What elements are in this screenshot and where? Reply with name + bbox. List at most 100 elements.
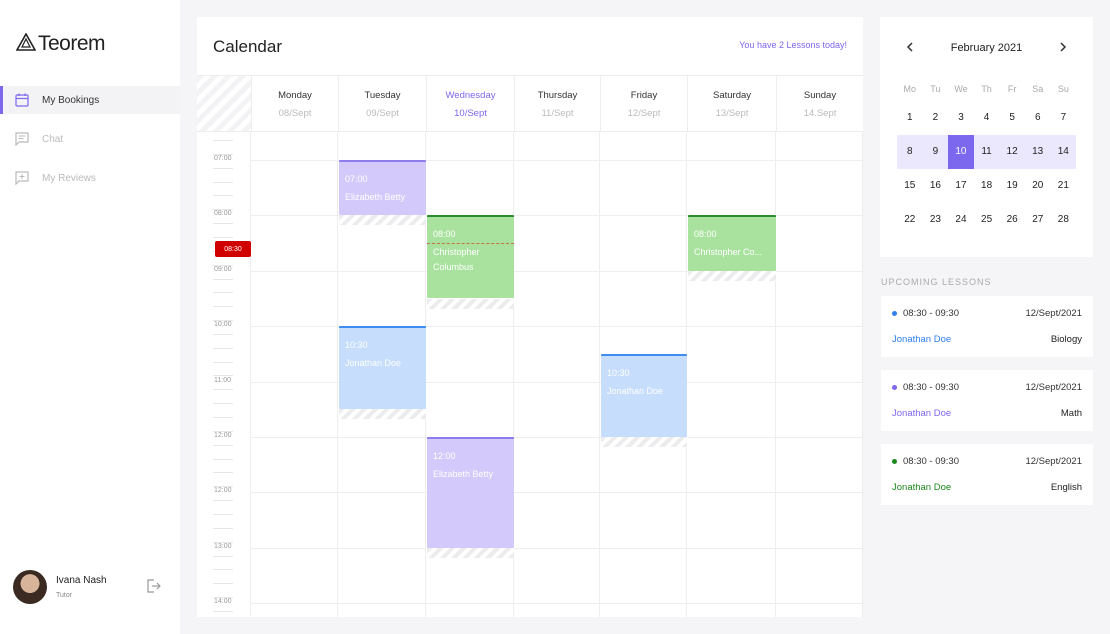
date-cell[interactable]: 17 (948, 169, 974, 203)
date-cell[interactable]: 23 (923, 203, 949, 237)
lesson-dot (892, 385, 897, 390)
lesson-subject: Math (1060, 408, 1082, 419)
upcoming-lesson-card[interactable]: 08:30 - 09:30 12/Sept/2021 Jonathan Doe Eng… (881, 444, 1093, 505)
lessons-today-notice[interactable]: You have 2 Lessons today! (739, 40, 847, 50)
sidebar-item-my-bookings[interactable]: My Bookings (0, 86, 180, 114)
date-cell[interactable]: 25 (974, 203, 1000, 237)
week-header: Monday 08/Sept Tuesday 09/Sept Wednesday 10/S… (197, 75, 863, 132)
event-card[interactable]: 10:30 Jonathan Doe (601, 353, 687, 437)
lesson-date: 12/Sept/2021 (1025, 308, 1082, 319)
event-card[interactable]: 08:00 Christopher Co... (688, 215, 776, 271)
date-cell[interactable]: 20 (1025, 169, 1051, 203)
time-tick (213, 555, 233, 557)
weekday-label: Mo (903, 84, 917, 94)
lesson-time: 08:30 - 09:30 (903, 308, 959, 319)
day-header-thursday[interactable]: Thursday 11/Sept (514, 76, 600, 131)
avatar[interactable] (13, 570, 47, 604)
lesson-student-name[interactable]: Jonathan Doe (892, 482, 951, 493)
lesson-dot (892, 311, 897, 316)
event-card[interactable]: 08:00 Christopher Columbus (427, 215, 514, 299)
user-name: Ivana Nash (56, 575, 107, 586)
date-cell[interactable]: 1 (897, 101, 923, 135)
day-header-friday[interactable]: Friday 12/Sept (600, 76, 687, 131)
event-buffer (427, 547, 514, 558)
date-cell[interactable]: 10 (948, 135, 974, 169)
event-time: 12:00 (433, 451, 456, 461)
time-label: 08:00 (214, 210, 232, 218)
prev-month-button[interactable] (906, 41, 914, 55)
sidebar-item-chat[interactable]: Chat (0, 125, 180, 153)
time-label: 13:00 (214, 542, 232, 550)
time-tick (213, 361, 233, 363)
logo[interactable]: Teorem (15, 31, 106, 56)
upcoming-lesson-card[interactable]: 08:30 - 09:30 12/Sept/2021 Jonathan Doe Bio… (881, 296, 1093, 357)
upcoming-lesson-card[interactable]: 08:30 - 09:30 12/Sept/2021 Jonathan Doe Mat… (881, 370, 1093, 431)
time-tick (213, 417, 233, 418)
date-cell[interactable]: 19 (999, 169, 1025, 203)
date-cell[interactable]: 24 (948, 203, 974, 237)
date-cell[interactable]: 8 (897, 135, 923, 169)
day-header-monday[interactable]: Monday 08/Sept (251, 76, 338, 131)
event-buffer (688, 270, 776, 281)
logo-text: Teorem (38, 32, 106, 55)
event-student-name: Jonathan Doe (607, 385, 664, 396)
weekday-label: Th (981, 84, 992, 94)
next-month-button[interactable] (1059, 41, 1067, 55)
weekday-label: We (954, 84, 968, 94)
time-tick (213, 472, 233, 474)
date-cell[interactable]: 13 (1025, 135, 1051, 169)
day-header-wednesday[interactable]: Wednesday 10/Sept (426, 76, 514, 131)
event-buffer (601, 437, 687, 447)
calendar-grid[interactable]: 07:00 08:00 09:00 10:00 11:00 12:00 12:00 13:00… (197, 132, 863, 617)
event-time: 08:00 (433, 229, 456, 240)
date-cell[interactable]: 26 (999, 203, 1025, 237)
time-tick (213, 458, 233, 460)
date-cell[interactable]: 27 (1025, 203, 1051, 237)
day-header-tuesday[interactable]: Tuesday 09/Sept (338, 76, 426, 131)
date-cell[interactable]: 3 (948, 101, 974, 135)
date-cell[interactable]: 2 (923, 101, 949, 135)
date-cell[interactable]: 6 (1025, 101, 1051, 135)
event-student-name: Jonathan Doe (345, 358, 402, 369)
date-cell[interactable]: 18 (974, 169, 1000, 203)
lesson-student-name[interactable]: Jonathan Doe (892, 334, 951, 345)
lesson-date: 12/Sept/2021 (1025, 382, 1082, 393)
week-row: 1234567 (897, 101, 1093, 135)
event-card[interactable]: 07:00 Elizabeth Betty (339, 160, 426, 216)
time-tick (213, 375, 233, 377)
date-cell[interactable]: 7 (1051, 101, 1077, 135)
event-student-name: Elizabeth Betty (345, 192, 406, 202)
time-tick (213, 306, 233, 308)
event-card[interactable]: 10:30 Jonathan Doe (339, 326, 426, 410)
column-divider (862, 132, 863, 617)
date-cell[interactable]: 5 (999, 101, 1025, 135)
time-label: 07:00 (214, 155, 232, 162)
lesson-time: 08:30 - 09:30 (903, 382, 959, 393)
date-cell[interactable]: 16 (923, 169, 949, 203)
logout-icon[interactable] (146, 579, 162, 598)
date-cell[interactable]: 9 (923, 135, 949, 169)
date-cell[interactable]: 4 (974, 101, 1000, 135)
time-tick (213, 223, 233, 225)
date-cell[interactable]: 28 (1051, 203, 1077, 237)
sidebar-item-label: Chat (42, 133, 64, 145)
date-cell[interactable]: 21 (1051, 169, 1077, 203)
sidebar: Teorem My Bookings Chat My Reviews Ivana… (0, 0, 180, 634)
date-cell[interactable]: 14 (1050, 135, 1076, 169)
time-tick (213, 347, 233, 349)
date-cell[interactable]: 12 (999, 135, 1025, 169)
day-header-saturday[interactable]: Saturday 13/Sept (687, 76, 776, 131)
current-time-badge: 08:30 (215, 241, 251, 258)
sidebar-item-my-reviews[interactable]: My Reviews (0, 164, 180, 192)
event-student-name: Christopher Co... (694, 247, 763, 258)
date-cell[interactable]: 22 (897, 203, 923, 237)
day-name: Thursday (537, 90, 578, 101)
event-card[interactable]: 12:00 Elizabeth Betty (427, 437, 514, 548)
date-cell[interactable]: 15 (897, 169, 923, 203)
day-name: Friday (630, 90, 658, 101)
day-header-sunday[interactable]: Sunday 14.Sept (776, 76, 863, 131)
time-tick (213, 403, 233, 405)
date-cell[interactable]: 11 (974, 135, 1000, 169)
lesson-time: 08:30 - 09:30 (903, 456, 959, 467)
lesson-student-name[interactable]: Jonathan Doe (892, 408, 951, 419)
